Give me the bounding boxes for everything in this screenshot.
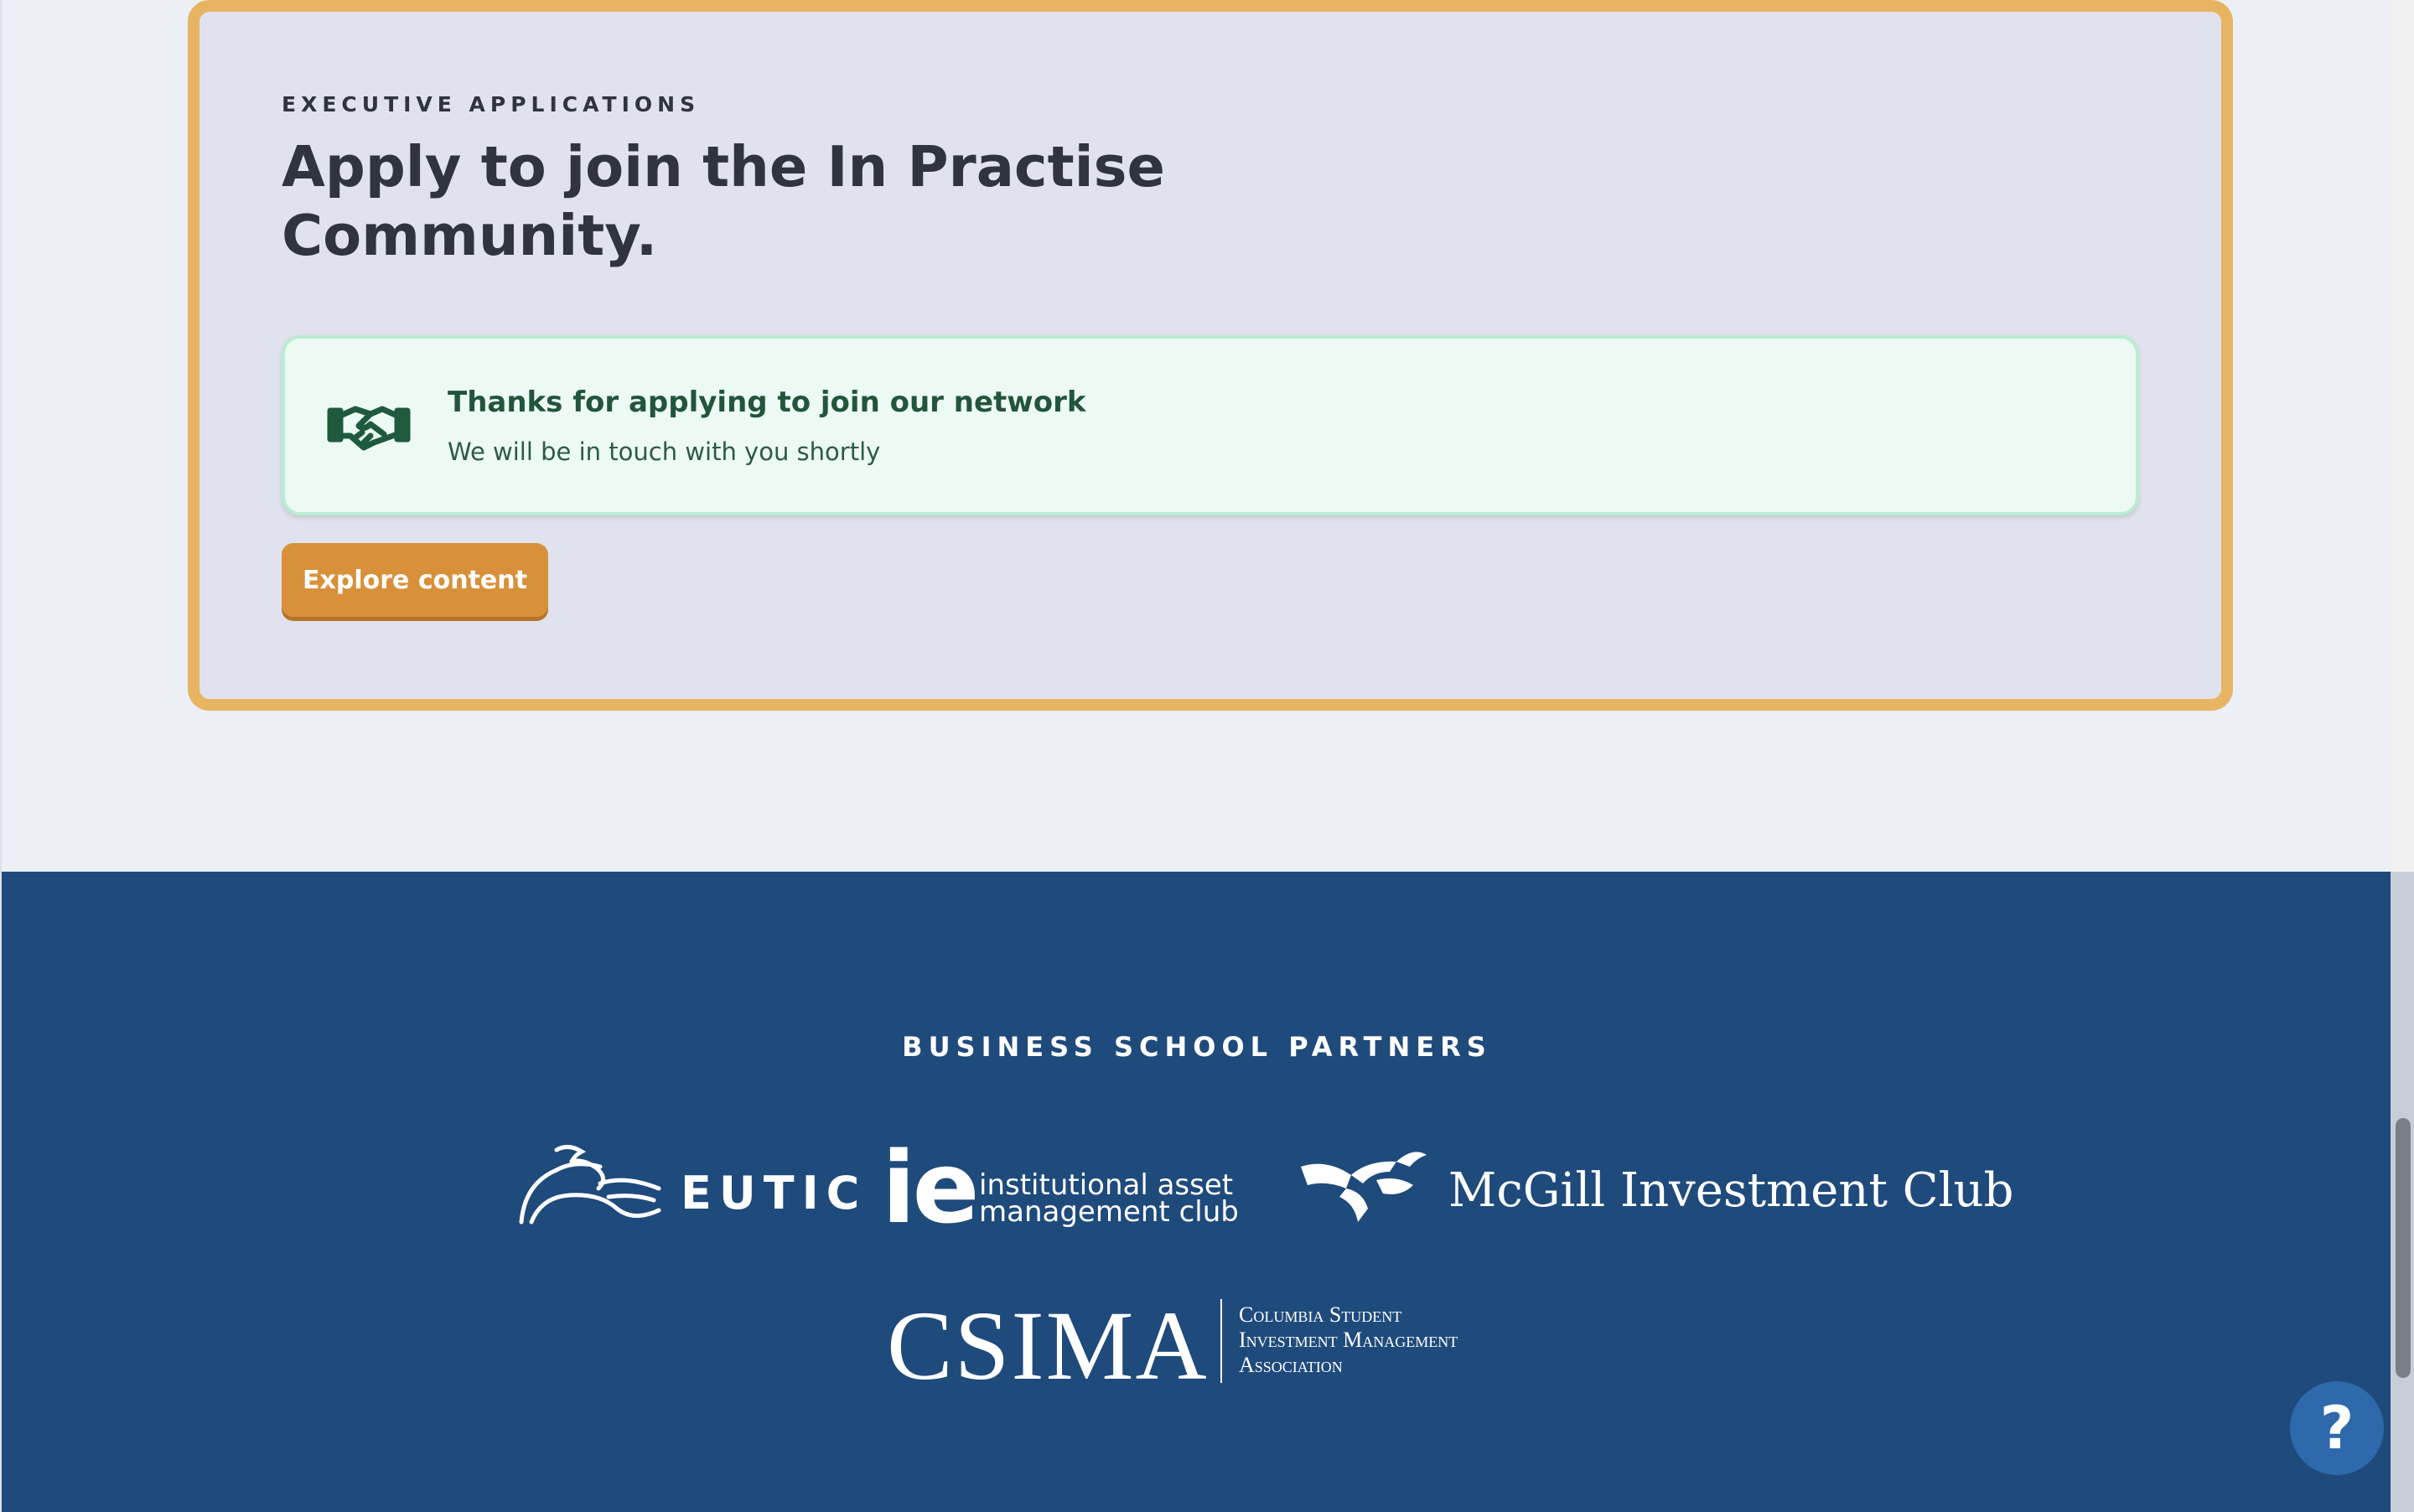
csima-divider xyxy=(1220,1299,1222,1383)
help-button[interactable]: ? xyxy=(2290,1381,2384,1475)
mcgill-wordmark: McGill Investment Club xyxy=(1448,1163,2014,1218)
explore-content-button[interactable]: Explore content xyxy=(282,543,548,617)
scrollbar-thumb[interactable] xyxy=(2396,1118,2411,1378)
eutic-logo[interactable]: EUTIC xyxy=(516,1142,859,1234)
csima-line-1: Columbia Student xyxy=(1239,1302,1402,1327)
csima-line-3: Association xyxy=(1239,1353,1343,1377)
ie-line-2: management club xyxy=(979,1195,1239,1229)
partners-heading: BUSINESS SCHOOL PARTNERS xyxy=(902,1031,1492,1063)
bull-icon xyxy=(1301,1152,1427,1222)
csima-logo[interactable]: CSIMA Columbia Student Investment Manage… xyxy=(887,1291,1541,1401)
page-title: Apply to join the In Practise Community. xyxy=(282,134,1165,268)
eutic-wordmark: EUTIC xyxy=(681,1167,868,1219)
ie-club-logo[interactable]: ie institutional asset management club xyxy=(882,1130,1242,1245)
bull-icon xyxy=(519,1145,661,1225)
ie-wordmark: ie xyxy=(882,1130,980,1245)
page-viewport: EXECUTIVE APPLICATIONS Apply to join the… xyxy=(0,0,2392,1512)
section-eyebrow: EXECUTIVE APPLICATIONS xyxy=(282,92,701,117)
handshake-icon xyxy=(327,406,411,451)
success-title: Thanks for applying to join our network xyxy=(448,386,1086,419)
csima-line-2: Investment Management xyxy=(1239,1328,1458,1352)
csima-wordmark: CSIMA xyxy=(887,1291,1209,1401)
success-message-box: Thanks for applying to join our network … xyxy=(282,335,2139,515)
csima-full-name: Columbia Student Investment Management A… xyxy=(1239,1302,1458,1378)
ie-club-name: institutional asset management club xyxy=(979,1171,1239,1229)
success-message: We will be in touch with you shortly xyxy=(448,438,881,466)
mcgill-logo[interactable]: McGill Investment Club xyxy=(1292,1142,2013,1234)
partners-section: BUSINESS SCHOOL PARTNERS EUTIC ie instit… xyxy=(2,872,2392,1512)
